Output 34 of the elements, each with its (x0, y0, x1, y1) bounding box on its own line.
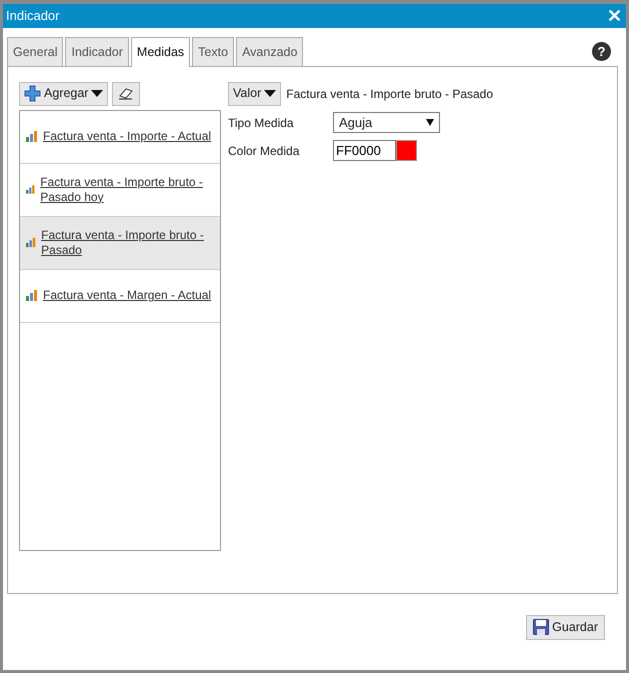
color-input[interactable]: FF0000 (333, 140, 396, 162)
value-button[interactable]: Valor (228, 82, 282, 106)
field-label: Tipo Medida (228, 114, 295, 132)
bar-chart-icon (26, 290, 38, 302)
field-label: Color Medida (228, 142, 300, 160)
caret-icon (91, 90, 104, 98)
save-button[interactable]: Guardar (526, 614, 605, 640)
close-button[interactable]: ✕ (607, 7, 622, 25)
measure-link[interactable]: Factura venta - Margen - Actual (43, 288, 212, 304)
tab[interactable]: Medidas (130, 37, 190, 67)
measure-link[interactable]: Factura venta - Importe bruto - Pasado hoy (40, 174, 216, 205)
tab[interactable]: General (7, 37, 64, 67)
list-item[interactable]: Factura venta - Importe - Actual (20, 110, 220, 164)
help-button[interactable]: ? (592, 42, 611, 61)
color-swatch[interactable] (396, 140, 417, 162)
measure-link[interactable]: Factura venta - Importe - Actual (43, 129, 212, 144)
window-title: Indicador (6, 7, 60, 26)
plus-icon (24, 85, 41, 102)
tab[interactable]: Indicador (65, 37, 129, 67)
bar-chart-icon (26, 237, 36, 248)
bar-chart-icon (26, 184, 36, 196)
list-item[interactable]: Factura venta - Margen - Actual (20, 270, 220, 323)
caret-icon (426, 119, 434, 126)
list-item[interactable]: Factura venta - Importe bruto - Pasado (20, 216, 220, 270)
tab[interactable]: Texto (192, 37, 234, 67)
bar-chart-icon (26, 131, 38, 142)
caret-icon (264, 90, 276, 98)
eraser-icon (117, 86, 136, 101)
select-field[interactable]: Aguja (333, 112, 440, 134)
measure-title: Factura venta - Importe bruto - Pasado (286, 86, 494, 103)
add-button[interactable]: Agregar (19, 82, 108, 106)
eraser-button[interactable] (112, 82, 140, 106)
measure-link[interactable]: Factura venta - Importe bruto - Pasado (41, 228, 216, 258)
tab[interactable]: Avanzado (236, 37, 304, 67)
